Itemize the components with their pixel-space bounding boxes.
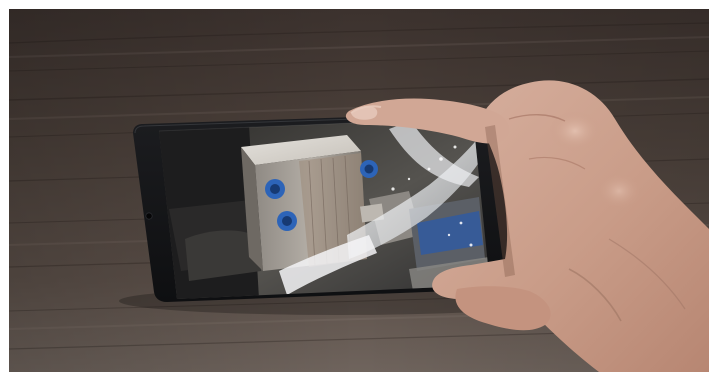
photo [9, 9, 709, 372]
photo-frame [9, 9, 709, 372]
front-camera-icon [145, 212, 153, 220]
